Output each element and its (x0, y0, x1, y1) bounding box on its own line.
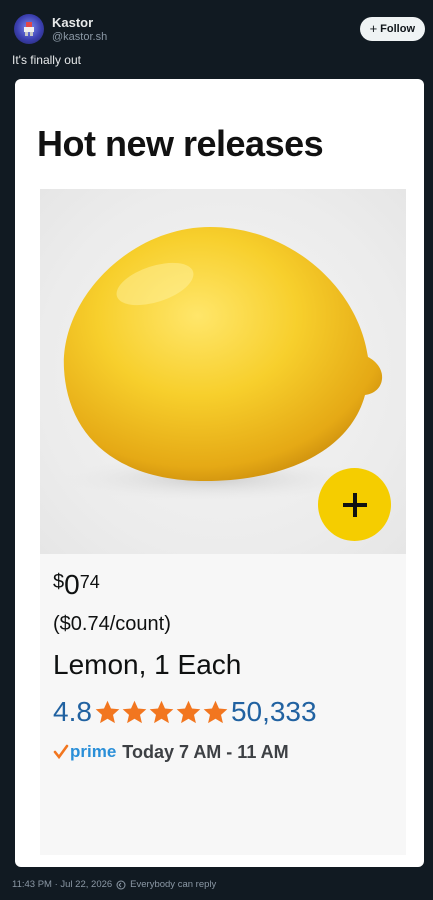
price-symbol: $ (53, 571, 65, 593)
post-text: It's finally out (12, 53, 81, 67)
delivery-row: prime Today 7 AM - 11 AM (53, 740, 289, 764)
plus-icon (342, 492, 367, 517)
post-footer: 11:43 PM · Jul 22, 2026 Everybody can re… (12, 879, 216, 890)
product-image (40, 189, 406, 554)
author-handle[interactable]: @kastor.sh (52, 31, 107, 43)
reply-settings-icon (116, 880, 126, 889)
author-name[interactable]: Kastor (52, 15, 93, 30)
product-name: Lemon, 1 Each (53, 649, 242, 680)
avatar-icon (24, 22, 34, 36)
avatar[interactable] (14, 14, 44, 44)
star-icon (95, 700, 120, 723)
unit-price: ($0.74/count) (53, 613, 171, 635)
delivery-time: Today 7 AM - 11 AM (122, 741, 289, 762)
prime-logo: prime (70, 742, 117, 761)
star-icon (149, 700, 174, 723)
media-title: Hot new releases (37, 123, 324, 164)
checkmark-icon (53, 744, 69, 760)
star-icon (203, 700, 228, 723)
follow-label: Follow (380, 23, 415, 35)
star-icon (122, 700, 147, 723)
timestamp[interactable]: 11:43 PM · Jul 22, 2026 (12, 879, 112, 890)
price-cents: 74 (79, 572, 100, 592)
rating-row: 4.8 50,333 (53, 694, 317, 730)
product-card: $074 ($0.74/count) Lemon, 1 Each 4.8 50,… (40, 189, 406, 855)
star-icon (176, 700, 201, 723)
star-rating (94, 699, 229, 726)
add-to-cart-button[interactable] (318, 468, 391, 541)
rating-value: 4.8 (53, 696, 92, 727)
follow-button[interactable]: + Follow (359, 17, 425, 41)
post-image[interactable]: Hot new releases $074 ($0.74/count) Lemo… (15, 79, 424, 867)
post-header: Kastor @kastor.sh + Follow (12, 12, 425, 48)
plus-icon: + (369, 21, 378, 36)
price: $074 (53, 569, 100, 599)
reply-setting: Everybody can reply (130, 879, 217, 890)
review-count: 50,333 (230, 696, 317, 727)
price-whole: 0 (64, 569, 80, 600)
